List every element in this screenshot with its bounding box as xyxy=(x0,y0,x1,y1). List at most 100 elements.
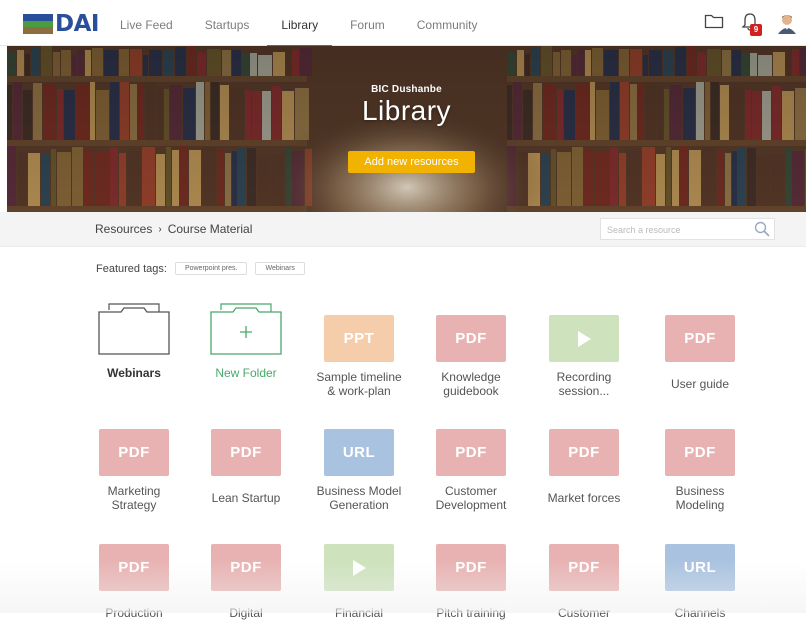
pdf-file-icon: PDF xyxy=(549,429,619,476)
file-label: Business Model Generation xyxy=(316,484,402,512)
file-tile-5[interactable]: Recording session... xyxy=(524,300,644,398)
nav-library[interactable]: Library xyxy=(267,0,332,47)
file-tile-14[interactable]: PDF Digital xyxy=(186,529,306,620)
pdf-file-icon: PDF xyxy=(665,429,735,476)
file-tile-18[interactable]: URL Channels xyxy=(640,529,760,620)
file-tile-3[interactable]: PPT Sample timeline & work-plan xyxy=(299,300,419,398)
main-nav: Live Feed Startups Library Forum Communi… xyxy=(120,0,509,47)
pdf-file-icon: PDF xyxy=(211,544,281,591)
library-shelves-image xyxy=(7,46,806,212)
pdf-file-icon: PDF xyxy=(99,429,169,476)
nav-startups[interactable]: Startups xyxy=(205,0,250,46)
file-tile-2[interactable]: New Folder xyxy=(186,300,306,380)
file-type-badge: PDF xyxy=(568,444,600,461)
file-tile-9[interactable]: URL Business Model Generation xyxy=(299,414,419,512)
breadcrumb: Resources › Course Material xyxy=(95,222,252,236)
file-type-badge: PDF xyxy=(684,444,716,461)
search-input[interactable] xyxy=(601,219,749,241)
logo-flag-icon xyxy=(23,14,53,35)
file-tile-8[interactable]: PDF Lean Startup xyxy=(186,414,306,505)
file-label: Market forces xyxy=(547,491,621,505)
file-label: Webinars xyxy=(107,366,161,380)
file-label: Production xyxy=(105,606,163,620)
pdf-file-icon: PDF xyxy=(436,544,506,591)
file-type-badge: PDF xyxy=(455,444,487,461)
hero-banner: BIC Dushanbe Library Add new resources xyxy=(7,46,806,212)
file-label: Business Modeling xyxy=(675,484,725,512)
file-type-badge: PDF xyxy=(118,444,150,461)
file-type-badge: PDF xyxy=(230,559,262,576)
file-label: Channels xyxy=(674,606,726,620)
file-label: Marketing Strategy xyxy=(107,484,161,512)
file-label: User guide xyxy=(670,377,730,391)
file-type-badge: PDF xyxy=(568,559,600,576)
pdf-file-icon: PDF xyxy=(665,315,735,362)
pdf-file-icon: PDF xyxy=(436,315,506,362)
pdf-file-icon: PDF xyxy=(549,544,619,591)
url-file-icon: URL xyxy=(324,429,394,476)
file-label: Pitch training xyxy=(436,606,506,620)
file-type-badge: URL xyxy=(683,559,717,576)
hero-titles: BIC Dushanbe Library xyxy=(7,84,806,127)
user-avatar[interactable] xyxy=(776,12,798,34)
file-label: Customer xyxy=(557,606,610,620)
file-label: Recording session... xyxy=(556,370,612,398)
breadcrumb-separator: › xyxy=(158,223,162,235)
featured-tags-label: Featured tags: xyxy=(96,262,167,275)
logo-text: DAI xyxy=(55,11,99,37)
url-file-icon: URL xyxy=(665,544,735,591)
file-tile-7[interactable]: PDF Marketing Strategy xyxy=(74,414,194,512)
file-type-badge: URL xyxy=(342,444,376,461)
file-type-badge: PDF xyxy=(118,559,150,576)
search-icon[interactable] xyxy=(754,221,770,242)
file-tile-6[interactable]: PDF User guide xyxy=(640,300,760,391)
folder-icon[interactable] xyxy=(704,12,726,34)
ppt-file-icon: PPT xyxy=(324,315,394,362)
top-icons: 9 xyxy=(690,12,798,36)
nav-community[interactable]: Community xyxy=(417,0,478,46)
file-label: Knowledge guidebook xyxy=(441,370,501,398)
file-type-badge: PDF xyxy=(455,330,487,347)
file-tile-15[interactable]: Financial xyxy=(299,529,419,620)
file-tile-13[interactable]: PDF Production xyxy=(74,529,194,620)
nav-forum[interactable]: Forum xyxy=(350,0,385,46)
page-title: Library xyxy=(361,95,452,126)
file-tile-11[interactable]: PDF Market forces xyxy=(524,414,644,505)
file-tile-4[interactable]: PDF Knowledge guidebook xyxy=(411,300,531,398)
file-tile-16[interactable]: PDF Pitch training xyxy=(411,529,531,620)
file-type-badge: PPT xyxy=(343,330,375,347)
pdf-file-icon: PDF xyxy=(211,429,281,476)
logo[interactable]: DAI xyxy=(23,11,99,37)
file-label: Sample timeline & work-plan xyxy=(316,370,402,398)
search-box xyxy=(600,218,775,242)
file-type-badge: PDF xyxy=(684,330,716,347)
file-tile-17[interactable]: PDF Customer xyxy=(524,529,644,620)
file-tile-1[interactable]: Webinars xyxy=(74,300,194,380)
nav-live-feed[interactable]: Live Feed xyxy=(120,0,173,46)
pdf-file-icon: PDF xyxy=(99,544,169,591)
breadcrumb-course-material[interactable]: Course Material xyxy=(168,222,253,236)
file-type-badge: PDF xyxy=(455,559,487,576)
file-label: Digital xyxy=(229,606,263,620)
top-navigation-bar: DAI Live Feed Startups Library Forum Com… xyxy=(0,0,806,47)
notification-badge: 9 xyxy=(750,24,762,36)
new-folder-icon xyxy=(209,300,283,356)
file-tile-10[interactable]: PDF Customer Development xyxy=(411,414,531,512)
breadcrumb-resources[interactable]: Resources xyxy=(95,222,152,236)
breadcrumb-bar: Resources › Course Material xyxy=(0,212,806,247)
file-type-badge: PDF xyxy=(230,444,262,461)
notification-bell-icon[interactable]: 9 xyxy=(740,12,762,36)
play-icon xyxy=(549,315,619,362)
hero-subtitle: BIC Dushanbe xyxy=(371,84,442,95)
file-label: Lean Startup xyxy=(211,491,281,505)
tag-webinars[interactable]: Webinars xyxy=(255,262,305,275)
file-label: Customer Development xyxy=(435,484,507,512)
file-label: New Folder xyxy=(215,366,277,380)
add-new-resources-button[interactable]: Add new resources xyxy=(348,151,475,173)
featured-tags: Featured tags: Powerpoint pres. Webinars xyxy=(96,262,305,275)
folder-icon xyxy=(97,300,171,356)
pdf-file-icon: PDF xyxy=(436,429,506,476)
tag-powerpoint[interactable]: Powerpoint pres. xyxy=(174,262,248,275)
file-tile-12[interactable]: PDF Business Modeling xyxy=(640,414,760,512)
play-icon xyxy=(324,544,394,591)
